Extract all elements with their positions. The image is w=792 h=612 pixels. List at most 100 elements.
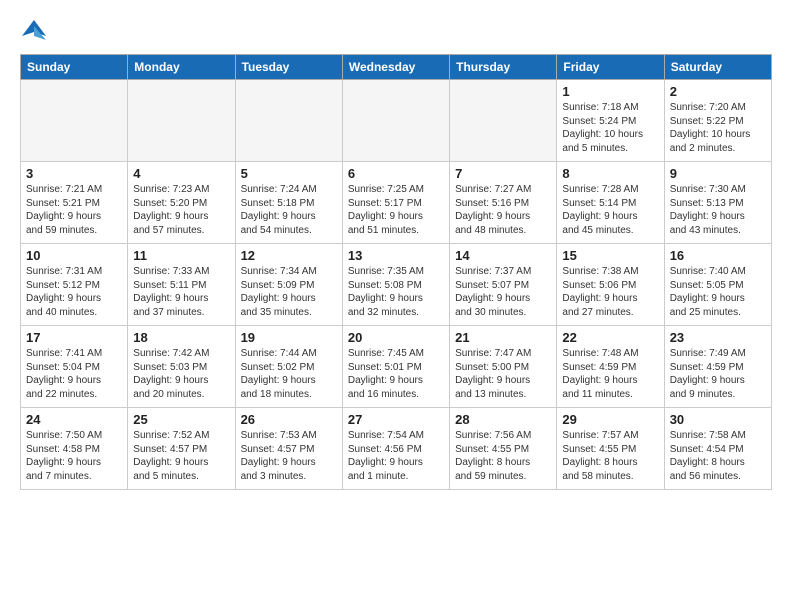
cell-info: Sunrise: 7:31 AM Sunset: 5:12 PM Dayligh… bbox=[26, 265, 122, 319]
logo-icon bbox=[20, 16, 48, 44]
calendar-cell bbox=[450, 80, 557, 162]
cell-info: Sunrise: 7:56 AM Sunset: 4:55 PM Dayligh… bbox=[455, 429, 551, 483]
calendar-cell: 1 Sunrise: 7:18 AM Sunset: 5:24 PM Daylig… bbox=[557, 80, 664, 162]
day-number: 26 bbox=[241, 412, 337, 427]
cell-info: Sunrise: 7:27 AM Sunset: 5:16 PM Dayligh… bbox=[455, 183, 551, 237]
calendar-cell: 3 Sunrise: 7:21 AM Sunset: 5:21 PM Daylig… bbox=[21, 162, 128, 244]
calendar-cell: 7 Sunrise: 7:27 AM Sunset: 5:16 PM Daylig… bbox=[450, 162, 557, 244]
cell-info: Sunrise: 7:44 AM Sunset: 5:02 PM Dayligh… bbox=[241, 347, 337, 401]
weekday-header-row: SundayMondayTuesdayWednesdayThursdayFrid… bbox=[21, 55, 772, 80]
cell-info: Sunrise: 7:30 AM Sunset: 5:13 PM Dayligh… bbox=[670, 183, 766, 237]
week-row-2: 3 Sunrise: 7:21 AM Sunset: 5:21 PM Daylig… bbox=[21, 162, 772, 244]
cell-info: Sunrise: 7:45 AM Sunset: 5:01 PM Dayligh… bbox=[348, 347, 444, 401]
page: SundayMondayTuesdayWednesdayThursdayFrid… bbox=[0, 0, 792, 612]
cell-info: Sunrise: 7:48 AM Sunset: 4:59 PM Dayligh… bbox=[562, 347, 658, 401]
calendar: SundayMondayTuesdayWednesdayThursdayFrid… bbox=[20, 54, 772, 490]
cell-info: Sunrise: 7:20 AM Sunset: 5:22 PM Dayligh… bbox=[670, 101, 766, 155]
day-number: 10 bbox=[26, 248, 122, 263]
calendar-cell: 2 Sunrise: 7:20 AM Sunset: 5:22 PM Daylig… bbox=[664, 80, 771, 162]
day-number: 20 bbox=[348, 330, 444, 345]
cell-info: Sunrise: 7:21 AM Sunset: 5:21 PM Dayligh… bbox=[26, 183, 122, 237]
weekday-header-monday: Monday bbox=[128, 55, 235, 80]
calendar-cell bbox=[342, 80, 449, 162]
day-number: 2 bbox=[670, 84, 766, 99]
day-number: 1 bbox=[562, 84, 658, 99]
day-number: 6 bbox=[348, 166, 444, 181]
cell-info: Sunrise: 7:37 AM Sunset: 5:07 PM Dayligh… bbox=[455, 265, 551, 319]
cell-info: Sunrise: 7:34 AM Sunset: 5:09 PM Dayligh… bbox=[241, 265, 337, 319]
day-number: 21 bbox=[455, 330, 551, 345]
header bbox=[20, 16, 772, 44]
calendar-cell bbox=[235, 80, 342, 162]
calendar-cell: 26 Sunrise: 7:53 AM Sunset: 4:57 PM Dayli… bbox=[235, 408, 342, 490]
calendar-cell: 16 Sunrise: 7:40 AM Sunset: 5:05 PM Dayli… bbox=[664, 244, 771, 326]
day-number: 24 bbox=[26, 412, 122, 427]
day-number: 3 bbox=[26, 166, 122, 181]
day-number: 16 bbox=[670, 248, 766, 263]
day-number: 19 bbox=[241, 330, 337, 345]
weekday-header-friday: Friday bbox=[557, 55, 664, 80]
calendar-cell: 5 Sunrise: 7:24 AM Sunset: 5:18 PM Daylig… bbox=[235, 162, 342, 244]
day-number: 15 bbox=[562, 248, 658, 263]
calendar-cell: 11 Sunrise: 7:33 AM Sunset: 5:11 PM Dayli… bbox=[128, 244, 235, 326]
calendar-cell: 6Sunrise: 7:25 AM Sunset: 5:17 PM Daylig… bbox=[342, 162, 449, 244]
calendar-cell: 13 Sunrise: 7:35 AM Sunset: 5:08 PM Dayli… bbox=[342, 244, 449, 326]
calendar-cell: 14 Sunrise: 7:37 AM Sunset: 5:07 PM Dayli… bbox=[450, 244, 557, 326]
cell-info: Sunrise: 7:24 AM Sunset: 5:18 PM Dayligh… bbox=[241, 183, 337, 237]
calendar-cell: 20 Sunrise: 7:45 AM Sunset: 5:01 PM Dayli… bbox=[342, 326, 449, 408]
weekday-header-thursday: Thursday bbox=[450, 55, 557, 80]
day-number: 25 bbox=[133, 412, 229, 427]
day-number: 23 bbox=[670, 330, 766, 345]
day-number: 18 bbox=[133, 330, 229, 345]
calendar-cell: 12Sunrise: 7:34 AM Sunset: 5:09 PM Dayli… bbox=[235, 244, 342, 326]
calendar-cell: 19 Sunrise: 7:44 AM Sunset: 5:02 PM Dayli… bbox=[235, 326, 342, 408]
cell-info: Sunrise: 7:40 AM Sunset: 5:05 PM Dayligh… bbox=[670, 265, 766, 319]
calendar-cell: 21Sunrise: 7:47 AM Sunset: 5:00 PM Dayli… bbox=[450, 326, 557, 408]
week-row-1: 1 Sunrise: 7:18 AM Sunset: 5:24 PM Daylig… bbox=[21, 80, 772, 162]
calendar-cell: 4Sunrise: 7:23 AM Sunset: 5:20 PM Daylig… bbox=[128, 162, 235, 244]
day-number: 9 bbox=[670, 166, 766, 181]
day-number: 5 bbox=[241, 166, 337, 181]
cell-info: Sunrise: 7:28 AM Sunset: 5:14 PM Dayligh… bbox=[562, 183, 658, 237]
day-number: 13 bbox=[348, 248, 444, 263]
week-row-5: 24Sunrise: 7:50 AM Sunset: 4:58 PM Dayli… bbox=[21, 408, 772, 490]
cell-info: Sunrise: 7:38 AM Sunset: 5:06 PM Dayligh… bbox=[562, 265, 658, 319]
cell-info: Sunrise: 7:53 AM Sunset: 4:57 PM Dayligh… bbox=[241, 429, 337, 483]
weekday-header-sunday: Sunday bbox=[21, 55, 128, 80]
calendar-cell: 15 Sunrise: 7:38 AM Sunset: 5:06 PM Dayli… bbox=[557, 244, 664, 326]
calendar-cell: 30Sunrise: 7:58 AM Sunset: 4:54 PM Dayli… bbox=[664, 408, 771, 490]
day-number: 27 bbox=[348, 412, 444, 427]
calendar-cell: 27 Sunrise: 7:54 AM Sunset: 4:56 PM Dayli… bbox=[342, 408, 449, 490]
day-number: 14 bbox=[455, 248, 551, 263]
calendar-cell: 29 Sunrise: 7:57 AM Sunset: 4:55 PM Dayli… bbox=[557, 408, 664, 490]
calendar-cell: 8 Sunrise: 7:28 AM Sunset: 5:14 PM Daylig… bbox=[557, 162, 664, 244]
cell-info: Sunrise: 7:35 AM Sunset: 5:08 PM Dayligh… bbox=[348, 265, 444, 319]
day-number: 30 bbox=[670, 412, 766, 427]
day-number: 17 bbox=[26, 330, 122, 345]
weekday-header-saturday: Saturday bbox=[664, 55, 771, 80]
logo bbox=[20, 16, 52, 44]
weekday-header-wednesday: Wednesday bbox=[342, 55, 449, 80]
cell-info: Sunrise: 7:49 AM Sunset: 4:59 PM Dayligh… bbox=[670, 347, 766, 401]
day-number: 29 bbox=[562, 412, 658, 427]
calendar-cell bbox=[128, 80, 235, 162]
cell-info: Sunrise: 7:42 AM Sunset: 5:03 PM Dayligh… bbox=[133, 347, 229, 401]
cell-info: Sunrise: 7:54 AM Sunset: 4:56 PM Dayligh… bbox=[348, 429, 444, 483]
week-row-4: 17Sunrise: 7:41 AM Sunset: 5:04 PM Dayli… bbox=[21, 326, 772, 408]
calendar-cell: 10 Sunrise: 7:31 AM Sunset: 5:12 PM Dayli… bbox=[21, 244, 128, 326]
cell-info: Sunrise: 7:33 AM Sunset: 5:11 PM Dayligh… bbox=[133, 265, 229, 319]
day-number: 11 bbox=[133, 248, 229, 263]
day-number: 4 bbox=[133, 166, 229, 181]
calendar-cell: 18 Sunrise: 7:42 AM Sunset: 5:03 PM Dayli… bbox=[128, 326, 235, 408]
cell-info: Sunrise: 7:18 AM Sunset: 5:24 PM Dayligh… bbox=[562, 101, 658, 155]
day-number: 7 bbox=[455, 166, 551, 181]
cell-info: Sunrise: 7:52 AM Sunset: 4:57 PM Dayligh… bbox=[133, 429, 229, 483]
calendar-cell: 22 Sunrise: 7:48 AM Sunset: 4:59 PM Dayli… bbox=[557, 326, 664, 408]
day-number: 28 bbox=[455, 412, 551, 427]
weekday-header-tuesday: Tuesday bbox=[235, 55, 342, 80]
cell-info: Sunrise: 7:57 AM Sunset: 4:55 PM Dayligh… bbox=[562, 429, 658, 483]
calendar-cell bbox=[21, 80, 128, 162]
day-number: 8 bbox=[562, 166, 658, 181]
calendar-cell: 24Sunrise: 7:50 AM Sunset: 4:58 PM Dayli… bbox=[21, 408, 128, 490]
day-number: 22 bbox=[562, 330, 658, 345]
